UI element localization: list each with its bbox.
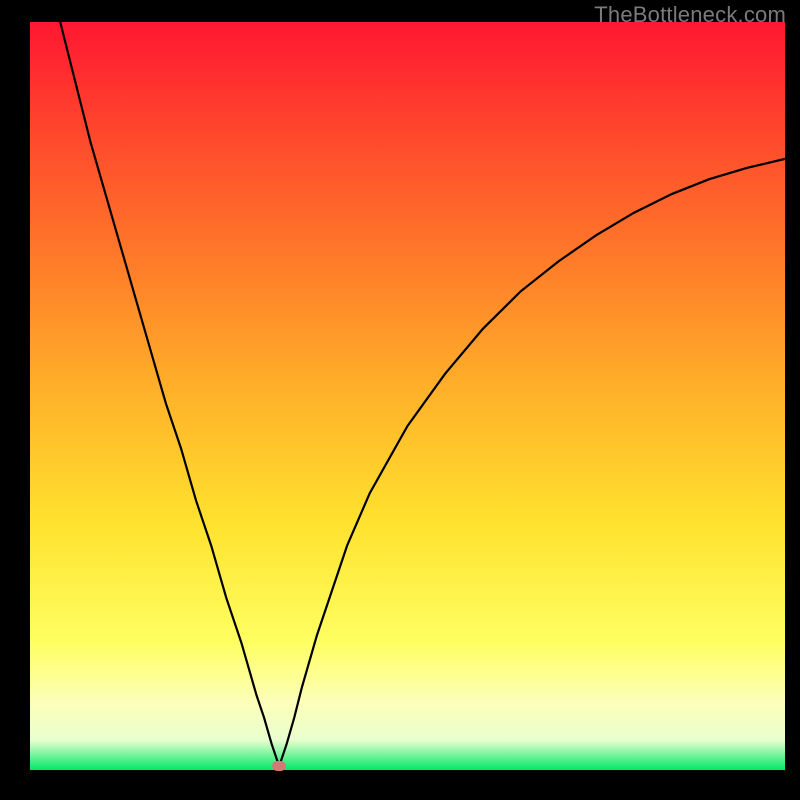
- chart-frame: TheBottleneck.com: [0, 0, 800, 800]
- bottleneck-curve: [30, 22, 785, 770]
- watermark-text: TheBottleneck.com: [594, 2, 786, 28]
- optimum-marker: [272, 761, 286, 771]
